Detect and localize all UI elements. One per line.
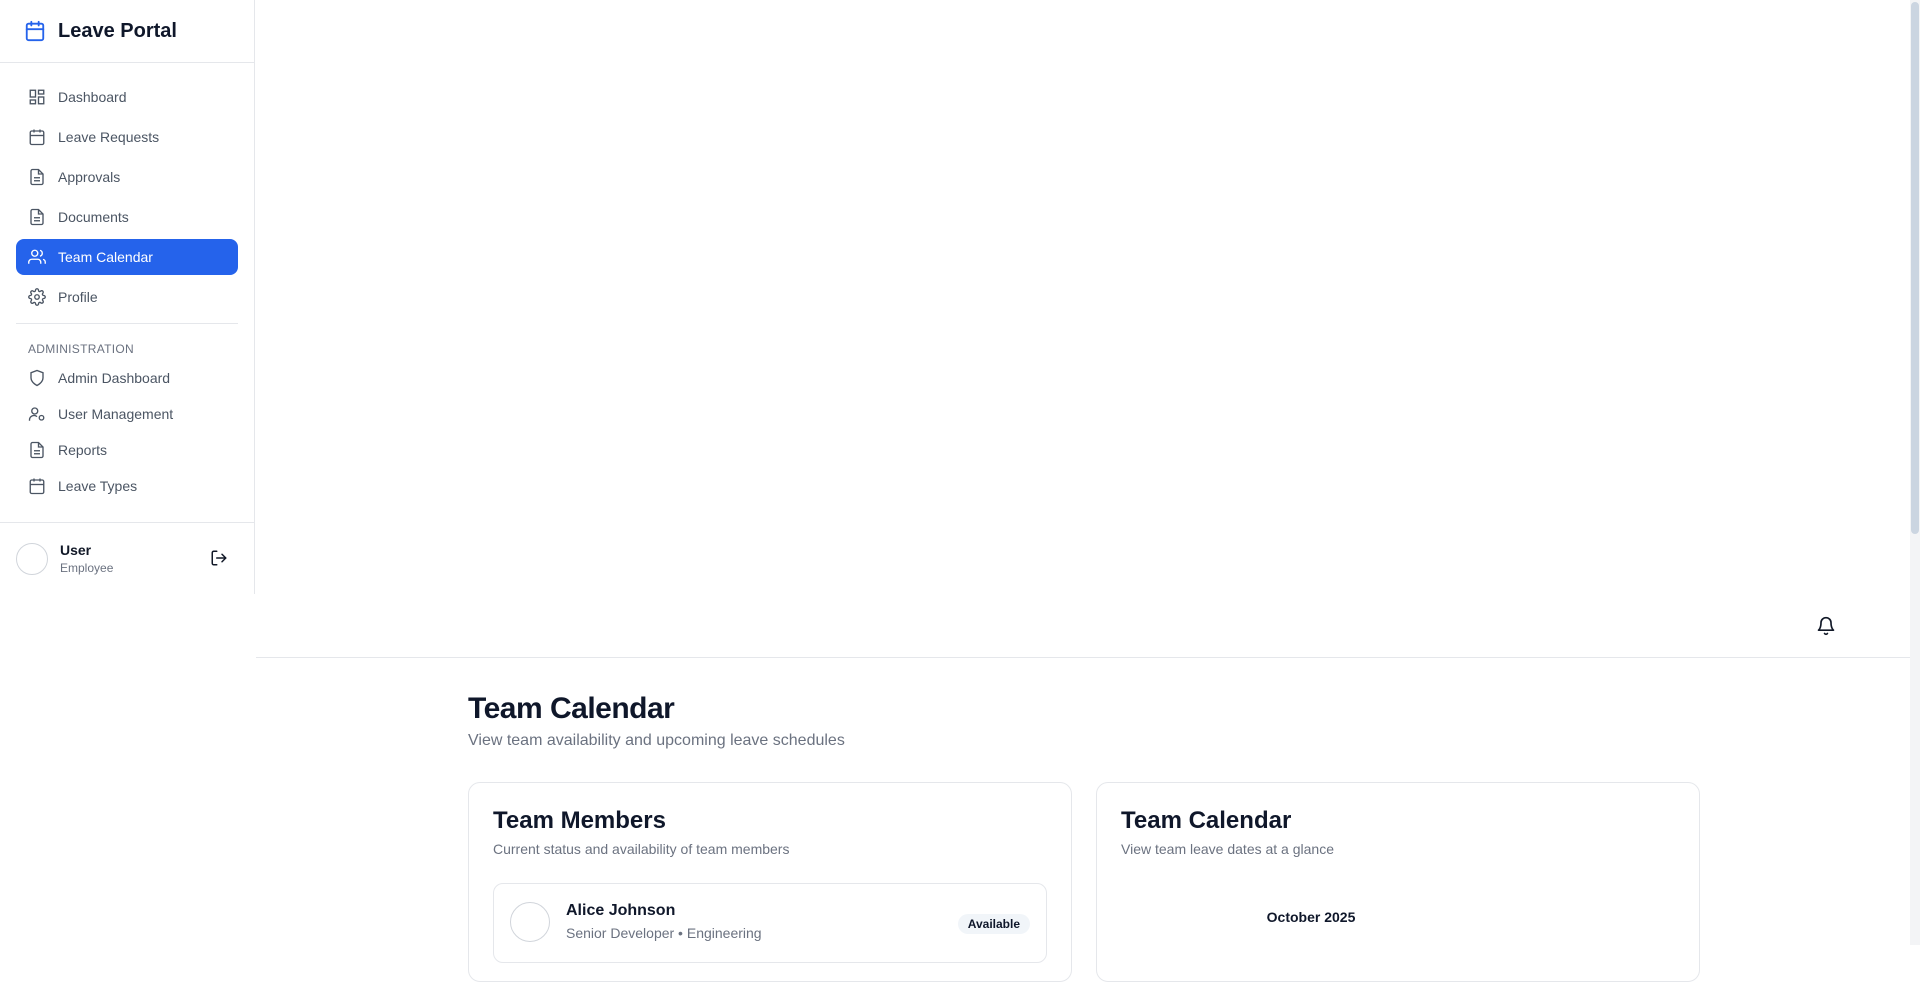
file-icon — [30, 168, 44, 186]
sidebar-item-dashboard[interactable]: Dashboard — [16, 79, 238, 115]
users-icon — [28, 249, 46, 264]
admin-section-label: ADMINISTRATION — [28, 342, 134, 356]
card-title: Team Members — [493, 807, 666, 834]
user-name: User — [60, 542, 92, 558]
status-badge: Available — [957, 914, 1030, 934]
sidebar-item-label: Admin Dashboard — [58, 370, 171, 386]
sidebar-item-label: Profile — [58, 289, 98, 305]
user-profile-box: User Employee — [0, 522, 254, 594]
sidebar: Leave Portal Dashboard Leave Requests Ap… — [0, 0, 255, 594]
sidebar-item-team-calendar[interactable]: Team Calendar — [16, 239, 238, 275]
bell-icon[interactable] — [1816, 616, 1836, 636]
sidebar-item-label: Leave Types — [58, 478, 138, 494]
scrollbar-thumb[interactable] — [1911, 2, 1919, 534]
team-calendar-card: Team Calendar View team leave dates at a… — [1096, 782, 1700, 982]
sidebar-item-label: Leave Requests — [58, 129, 160, 145]
user-role: Employee — [60, 561, 114, 575]
sidebar-item-user-management[interactable]: User Management — [16, 398, 238, 430]
sidebar-item-label: Dashboard — [58, 89, 127, 105]
calendar-icon — [25, 20, 45, 42]
list-item[interactable]: Alice Johnson Senior Developer • Enginee… — [493, 883, 1047, 963]
shield-icon — [30, 369, 44, 387]
card-title: Team Calendar — [1121, 807, 1292, 834]
team-members-card: Team Members Current status and availabi… — [468, 782, 1072, 982]
page-scrollbar[interactable] — [1910, 0, 1920, 945]
brand[interactable]: Leave Portal — [0, 0, 254, 63]
calendar-month-label: October 2025 — [1266, 909, 1356, 925]
sidebar-item-label: User Management — [58, 406, 174, 422]
sidebar-item-documents[interactable]: Documents — [16, 199, 238, 235]
page-subtitle: View team availability and upcoming leav… — [468, 732, 845, 749]
page-title: Team Calendar — [468, 692, 675, 725]
sidebar-item-label: Documents — [58, 209, 129, 225]
file-icon — [30, 441, 44, 459]
app-title: Leave Portal — [58, 19, 177, 42]
sidebar-item-admin-dashboard[interactable]: Admin Dashboard — [16, 362, 238, 394]
sidebar-item-approvals[interactable]: Approvals — [16, 159, 238, 195]
logout-icon[interactable] — [210, 549, 228, 567]
file-icon — [30, 208, 44, 226]
top-bar — [256, 594, 1910, 658]
sidebar-item-profile[interactable]: Profile — [16, 279, 238, 315]
calendar-icon — [29, 129, 45, 146]
avatar — [510, 902, 550, 942]
main-content: Team Calendar View team availability and… — [468, 692, 1700, 982]
sidebar-item-reports[interactable]: Reports — [16, 434, 238, 466]
card-subtitle: View team leave dates at a glance — [1121, 841, 1334, 857]
calendar-icon — [29, 478, 45, 495]
nav-divider — [16, 323, 238, 324]
sidebar-item-label: Approvals — [58, 169, 121, 185]
gear-icon — [28, 288, 46, 306]
admin-nav: Admin Dashboard User Management Reports … — [0, 362, 254, 502]
user-cog-icon — [28, 407, 45, 421]
sidebar-item-leave-types[interactable]: Leave Types — [16, 470, 238, 502]
main-nav: Dashboard Leave Requests Approvals Docum… — [0, 63, 254, 315]
member-name: Alice Johnson — [566, 902, 676, 919]
sidebar-item-leave-requests[interactable]: Leave Requests — [16, 119, 238, 155]
card-subtitle: Current status and availability of team … — [493, 841, 790, 857]
sidebar-item-label: Reports — [58, 442, 108, 458]
grid-icon — [29, 89, 45, 105]
avatar[interactable] — [16, 542, 48, 575]
sidebar-item-label: Team Calendar — [58, 249, 153, 265]
member-role: Senior Developer • Engineering — [566, 925, 762, 941]
